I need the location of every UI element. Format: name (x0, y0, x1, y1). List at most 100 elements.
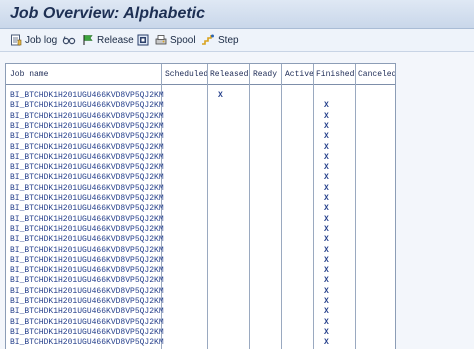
step-button[interactable]: Step (201, 32, 239, 48)
status-mark-finished: X (324, 194, 329, 203)
job-overview-table: Job name Scheduled Released Ready Active… (5, 63, 396, 349)
job-name-cell[interactable]: BI_BTCHDK1H201UGU466KVD8VP5QJ2KM (10, 153, 164, 163)
table-row[interactable]: BI_BTCHDK1H201UGU466KVD8VP5QJ2KM X (6, 307, 395, 317)
step-label: Step (218, 34, 239, 46)
job-name-cell[interactable]: BI_BTCHDK1H201UGU466KVD8VP5QJ2KM (10, 287, 164, 297)
status-mark-finished: X (324, 111, 329, 121)
job-name-cell[interactable]: BI_BTCHDK1H201UGU466KVD8VP5QJ2KM (10, 338, 164, 348)
release-button[interactable]: Release (82, 32, 134, 48)
table-row[interactable]: BI_BTCHDK1H201UGU466KVD8VP5QJ2KM X (6, 276, 395, 286)
table-row[interactable]: BI_BTCHDK1H201UGU466KVD8VP5QJ2KM X (6, 266, 395, 276)
job-name-cell[interactable]: BI_BTCHDK1H201UGU466KVD8VP5QJ2KM (10, 297, 164, 307)
job-name-cell[interactable]: BI_BTCHDK1H201UGU466KVD8VP5QJ2KM (10, 163, 164, 173)
job-name-cell[interactable]: BI_BTCHDK1H201UGU466KVD8VP5QJ2KM (10, 112, 164, 122)
spool-button[interactable]: Spool (155, 32, 196, 48)
job-name-cell[interactable]: BI_BTCHDK1H201UGU466KVD8VP5QJ2KM (10, 307, 164, 317)
table-row[interactable]: BI_BTCHDK1H201UGU466KVD8VP5QJ2KM X (6, 246, 395, 256)
table-row[interactable]: BI_BTCHDK1H201UGU466KVD8VP5QJ2KM X (6, 256, 395, 266)
glasses-icon (62, 34, 79, 46)
job-name-cell[interactable]: BI_BTCHDK1H201UGU466KVD8VP5QJ2KM (10, 132, 164, 142)
status-mark-finished: X (324, 245, 329, 255)
table-row[interactable]: BI_BTCHDK1H201UGU466KVD8VP5QJ2KM X (6, 91, 395, 101)
document-button[interactable] (137, 32, 152, 48)
job-name-cell[interactable]: BI_BTCHDK1H201UGU466KVD8VP5QJ2KM (10, 204, 164, 214)
column-scheduled[interactable]: Scheduled (165, 70, 208, 79)
job-name-cell[interactable]: BI_BTCHDK1H201UGU466KVD8VP5QJ2KM (10, 122, 164, 132)
table-row[interactable]: BI_BTCHDK1H201UGU466KVD8VP5QJ2KM X (6, 101, 395, 111)
table-row[interactable]: BI_BTCHDK1H201UGU466KVD8VP5QJ2KM X (6, 318, 395, 328)
document-icon (137, 34, 152, 46)
status-mark-finished: X (324, 142, 329, 152)
job-log-label: Job log (25, 34, 58, 46)
spool-label: Spool (170, 34, 196, 46)
status-mark-finished: X (324, 204, 329, 214)
column-active[interactable]: Active (285, 70, 314, 79)
status-mark-finished: X (324, 163, 329, 173)
application-toolbar: Job log Release Spool Step (0, 29, 474, 52)
table-row[interactable]: BI_BTCHDK1H201UGU466KVD8VP5QJ2KM X (6, 215, 395, 225)
glasses-button[interactable] (62, 32, 79, 48)
status-mark-finished: X (324, 224, 329, 234)
status-mark-finished: X (324, 121, 329, 131)
job-name-cell[interactable]: BI_BTCHDK1H201UGU466KVD8VP5QJ2KM (10, 246, 164, 256)
status-mark-finished: X (324, 327, 329, 337)
release-label: Release (97, 34, 134, 46)
window-title: Job Overview: Alphabetic (10, 5, 206, 22)
job-name-cell[interactable]: BI_BTCHDK1H201UGU466KVD8VP5QJ2KM (10, 143, 164, 153)
status-mark-finished: X (324, 235, 329, 245)
column-job-name[interactable]: Job name (10, 70, 48, 79)
spool-icon (155, 34, 170, 46)
column-finished[interactable]: Finished (316, 70, 354, 79)
job-name-cell[interactable]: BI_BTCHDK1H201UGU466KVD8VP5QJ2KM (10, 266, 164, 276)
job-name-cell[interactable]: BI_BTCHDK1H201UGU466KVD8VP5QJ2KM (10, 318, 164, 328)
job-name-cell[interactable]: BI_BTCHDK1H201UGU466KVD8VP5QJ2KM (10, 184, 164, 194)
table-header: Job name Scheduled Released Ready Active… (6, 64, 395, 85)
job-name-cell[interactable]: BI_BTCHDK1H201UGU466KVD8VP5QJ2KM (10, 235, 164, 245)
table-row[interactable]: BI_BTCHDK1H201UGU466KVD8VP5QJ2KM X (6, 122, 395, 132)
table-row[interactable]: BI_BTCHDK1H201UGU466KVD8VP5QJ2KM X (6, 235, 395, 245)
job-name-cell[interactable]: BI_BTCHDK1H201UGU466KVD8VP5QJ2KM (10, 173, 164, 183)
table-row[interactable]: BI_BTCHDK1H201UGU466KVD8VP5QJ2KM X (6, 132, 395, 142)
status-mark-released: X (218, 91, 223, 100)
status-mark-finished: X (324, 183, 329, 193)
table-row[interactable]: BI_BTCHDK1H201UGU466KVD8VP5QJ2KM X (6, 225, 395, 235)
status-mark-finished: X (324, 132, 329, 142)
job-name-cell[interactable]: BI_BTCHDK1H201UGU466KVD8VP5QJ2KM (10, 91, 164, 101)
job-name-cell[interactable]: BI_BTCHDK1H201UGU466KVD8VP5QJ2KM (10, 256, 164, 266)
table-row[interactable]: BI_BTCHDK1H201UGU466KVD8VP5QJ2KM X (6, 194, 395, 204)
table-row[interactable]: BI_BTCHDK1H201UGU466KVD8VP5QJ2KM X (6, 112, 395, 122)
status-mark-finished: X (324, 173, 329, 183)
job-name-cell[interactable]: BI_BTCHDK1H201UGU466KVD8VP5QJ2KM (10, 101, 164, 111)
status-mark-finished: X (324, 152, 329, 162)
table-row[interactable]: BI_BTCHDK1H201UGU466KVD8VP5QJ2KM X (6, 328, 395, 338)
job-log-button[interactable]: Job log (10, 32, 57, 48)
job-name-cell[interactable]: BI_BTCHDK1H201UGU466KVD8VP5QJ2KM (10, 328, 164, 338)
table-row[interactable]: BI_BTCHDK1H201UGU466KVD8VP5QJ2KM X (6, 173, 395, 183)
status-mark-finished: X (324, 255, 329, 265)
table-row[interactable]: BI_BTCHDK1H201UGU466KVD8VP5QJ2KM X (6, 338, 395, 348)
status-mark-finished: X (324, 286, 329, 296)
status-mark-finished: X (324, 338, 329, 348)
column-released[interactable]: Released (210, 70, 248, 79)
status-mark-finished: X (324, 101, 329, 111)
table-row[interactable]: BI_BTCHDK1H201UGU466KVD8VP5QJ2KM X (6, 287, 395, 297)
table-row[interactable]: BI_BTCHDK1H201UGU466KVD8VP5QJ2KM X (6, 143, 395, 153)
table-row[interactable]: BI_BTCHDK1H201UGU466KVD8VP5QJ2KM X (6, 204, 395, 214)
table-row[interactable]: BI_BTCHDK1H201UGU466KVD8VP5QJ2KM X (6, 184, 395, 194)
job-name-cell[interactable]: BI_BTCHDK1H201UGU466KVD8VP5QJ2KM (10, 225, 164, 235)
status-mark-finished: X (324, 297, 329, 306)
job-name-cell[interactable]: BI_BTCHDK1H201UGU466KVD8VP5QJ2KM (10, 276, 164, 286)
status-mark-finished: X (324, 266, 329, 276)
table-row[interactable]: BI_BTCHDK1H201UGU466KVD8VP5QJ2KM X (6, 163, 395, 173)
job-name-cell[interactable]: BI_BTCHDK1H201UGU466KVD8VP5QJ2KM (10, 215, 164, 225)
job-log-icon (10, 34, 25, 46)
status-mark-finished: X (324, 214, 329, 224)
job-name-cell[interactable]: BI_BTCHDK1H201UGU466KVD8VP5QJ2KM (10, 194, 164, 204)
column-ready[interactable]: Ready (253, 70, 277, 79)
status-mark-finished: X (324, 307, 329, 317)
status-mark-finished: X (324, 276, 329, 286)
step-icon (201, 34, 218, 46)
column-canceled[interactable]: Canceled (358, 70, 395, 79)
table-row[interactable]: BI_BTCHDK1H201UGU466KVD8VP5QJ2KM X (6, 153, 395, 163)
table-row[interactable]: BI_BTCHDK1H201UGU466KVD8VP5QJ2KM X (6, 297, 395, 307)
